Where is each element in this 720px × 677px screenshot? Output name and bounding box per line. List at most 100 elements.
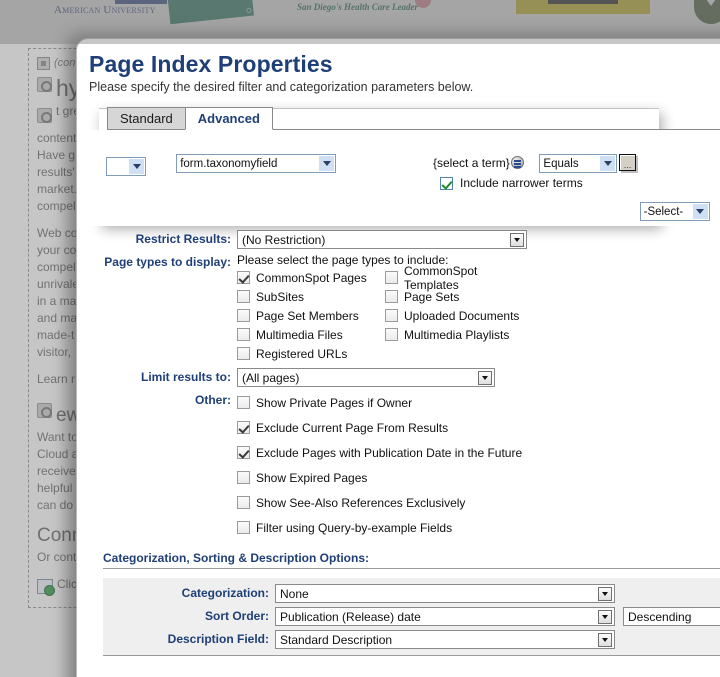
label: Page Sets	[404, 289, 460, 304]
other-filter-query-by-example[interactable]: Filter using Query-by-example Fields	[237, 516, 522, 539]
ellipsis-label: ...	[623, 160, 632, 170]
categorization-section-heading: Categorization, Sorting & Description Op…	[103, 551, 720, 569]
other-options-group: Show Private Pages if Owner Exclude Curr…	[237, 391, 522, 541]
filter-operator-select[interactable]: Equals	[539, 154, 618, 173]
filter-operator-value: Equals	[543, 157, 579, 170]
checkbox[interactable]	[385, 309, 398, 322]
checkbox[interactable]	[237, 396, 250, 409]
page-type-uploaded-documents[interactable]: Uploaded Documents	[385, 307, 533, 324]
chevron-down-icon	[598, 610, 612, 624]
checkbox[interactable]	[237, 347, 250, 360]
label: Page Set Members	[256, 308, 359, 323]
sort-direction-value: Descending	[628, 609, 692, 624]
other-exclude-current-page[interactable]: Exclude Current Page From Results	[237, 416, 522, 439]
filter-builder: form.taxonomyfield Equals {select a term…	[77, 130, 720, 226]
include-narrower-terms-checkbox[interactable]	[440, 176, 453, 190]
other-show-see-also-references[interactable]: Show See-Also References Exclusively	[237, 491, 522, 514]
limit-results-label: Limit results to:	[140, 370, 231, 384]
page-types-left-column: CommonSpot Pages SubSites Page Set Membe…	[237, 269, 385, 364]
sort-order-value: Publication (Release) date	[280, 609, 421, 624]
checkbox[interactable]	[237, 496, 250, 509]
gear-icon	[37, 77, 52, 92]
page-types-row: Page types to display: Please select the…	[77, 253, 720, 364]
chevron-down-icon	[600, 156, 616, 171]
description-field-label: Description Field:	[167, 632, 269, 646]
label: SubSites	[256, 289, 305, 304]
checkbox[interactable]	[237, 290, 250, 303]
categorization-band: Categorization: None Sort Order: Publica…	[103, 577, 720, 655]
label: Registered URLs	[256, 346, 348, 361]
banner-dimmer-overlay	[0, 0, 720, 44]
chevron-down-icon	[598, 633, 612, 647]
checkbox[interactable]	[237, 421, 250, 434]
checkbox[interactable]	[237, 328, 250, 341]
label: Show See-Also References Exclusively	[256, 495, 466, 510]
sort-order-label: Sort Order:	[204, 609, 269, 623]
description-field-select[interactable]: Standard Description	[275, 630, 615, 649]
label: Uploaded Documents	[404, 308, 520, 323]
chevron-down-icon	[478, 371, 492, 385]
page-type-multimedia-files[interactable]: Multimedia Files	[237, 326, 385, 343]
tab-standard[interactable]: Standard	[107, 107, 186, 130]
tab-advanced[interactable]: Advanced	[184, 107, 273, 130]
limit-results-select[interactable]: (All pages)	[237, 368, 495, 387]
checkbox[interactable]	[385, 271, 398, 284]
checkbox[interactable]	[237, 309, 250, 322]
page-type-commonspot-templates[interactable]: CommonSpot Templates	[385, 264, 533, 292]
include-narrower-terms-row[interactable]: Include narrower terms	[440, 176, 583, 190]
checkbox[interactable]	[237, 521, 250, 534]
tab-region: Standard Advanced form.taxonomyfield Equ…	[77, 107, 720, 226]
checkbox[interactable]	[385, 328, 398, 341]
sort-order-select[interactable]: Publication (Release) date	[275, 607, 615, 626]
page-types-right-column: CommonSpot Templates Page Sets Uploaded …	[385, 264, 533, 364]
description-field-row: Description Field: Standard Description	[103, 630, 720, 649]
dialog-header: Page Index Properties Please specify the…	[77, 39, 720, 100]
browse-ellipsis-button[interactable]: ...	[619, 154, 636, 171]
page-type-commonspot-pages[interactable]: CommonSpot Pages	[237, 269, 385, 286]
restrict-results-label: Restrict Results:	[135, 232, 231, 246]
checkbox[interactable]	[385, 290, 398, 303]
other-options-label: Other:	[195, 393, 231, 407]
label: CommonSpot Pages	[256, 270, 367, 285]
taxonomy-term-picker-icon[interactable]	[510, 156, 524, 169]
sort-order-row: Sort Order: Publication (Release) date D…	[103, 607, 720, 626]
checkbox[interactable]	[237, 446, 250, 459]
filter-second-select[interactable]: -Select-	[639, 202, 710, 221]
sort-direction-select[interactable]: Descending	[623, 607, 720, 626]
new-document-icon	[37, 579, 55, 596]
chevron-down-icon	[692, 204, 708, 219]
other-options-row: Other: Show Private Pages if Owner Exclu…	[77, 391, 720, 541]
dialog-form-body: Restrict Results: (No Restriction) Page …	[77, 230, 720, 656]
filter-field-value: form.taxonomyfield	[180, 157, 278, 170]
restrict-results-select[interactable]: (No Restriction)	[237, 230, 527, 249]
dialog-tabs: Standard Advanced	[107, 107, 720, 130]
chevron-down-icon	[319, 156, 335, 171]
limit-results-row: Limit results to: (All pages)	[77, 368, 720, 387]
page-type-multimedia-playlists[interactable]: Multimedia Playlists	[385, 326, 533, 343]
page-type-page-set-members[interactable]: Page Set Members	[237, 307, 385, 324]
chevron-down-icon	[598, 587, 612, 601]
label: CommonSpot Templates	[404, 263, 478, 292]
include-narrower-terms-label: Include narrower terms	[460, 176, 583, 190]
label: Exclude Pages with Publication Date in t…	[256, 445, 523, 460]
checkbox[interactable]	[237, 471, 250, 484]
filter-field-select[interactable]: form.taxonomyfield	[176, 154, 337, 173]
other-exclude-future-publication[interactable]: Exclude Pages with Publication Date in t…	[237, 441, 522, 464]
container-note-text: (con	[54, 57, 76, 69]
page-types-columns: CommonSpot Pages SubSites Page Set Membe…	[237, 264, 533, 364]
filter-value-term[interactable]: {select a term}	[433, 156, 524, 170]
page-index-properties-dialog: Page Index Properties Please specify the…	[76, 38, 720, 677]
categorization-select[interactable]: None	[275, 584, 615, 603]
label: Multimedia Files	[256, 327, 343, 342]
other-show-private-pages[interactable]: Show Private Pages if Owner	[237, 391, 522, 414]
chevron-down-icon	[510, 233, 524, 247]
container-icon	[37, 57, 50, 70]
page-type-registered-urls[interactable]: Registered URLs	[237, 345, 385, 362]
chevron-down-icon	[129, 159, 144, 174]
categorization-band-divider	[103, 655, 720, 656]
filter-logic-select[interactable]	[106, 157, 146, 176]
page-type-subsites[interactable]: SubSites	[237, 288, 385, 305]
checkbox[interactable]	[237, 271, 250, 284]
other-show-expired-pages[interactable]: Show Expired Pages	[237, 466, 522, 489]
restrict-results-value: (No Restriction)	[242, 232, 326, 247]
